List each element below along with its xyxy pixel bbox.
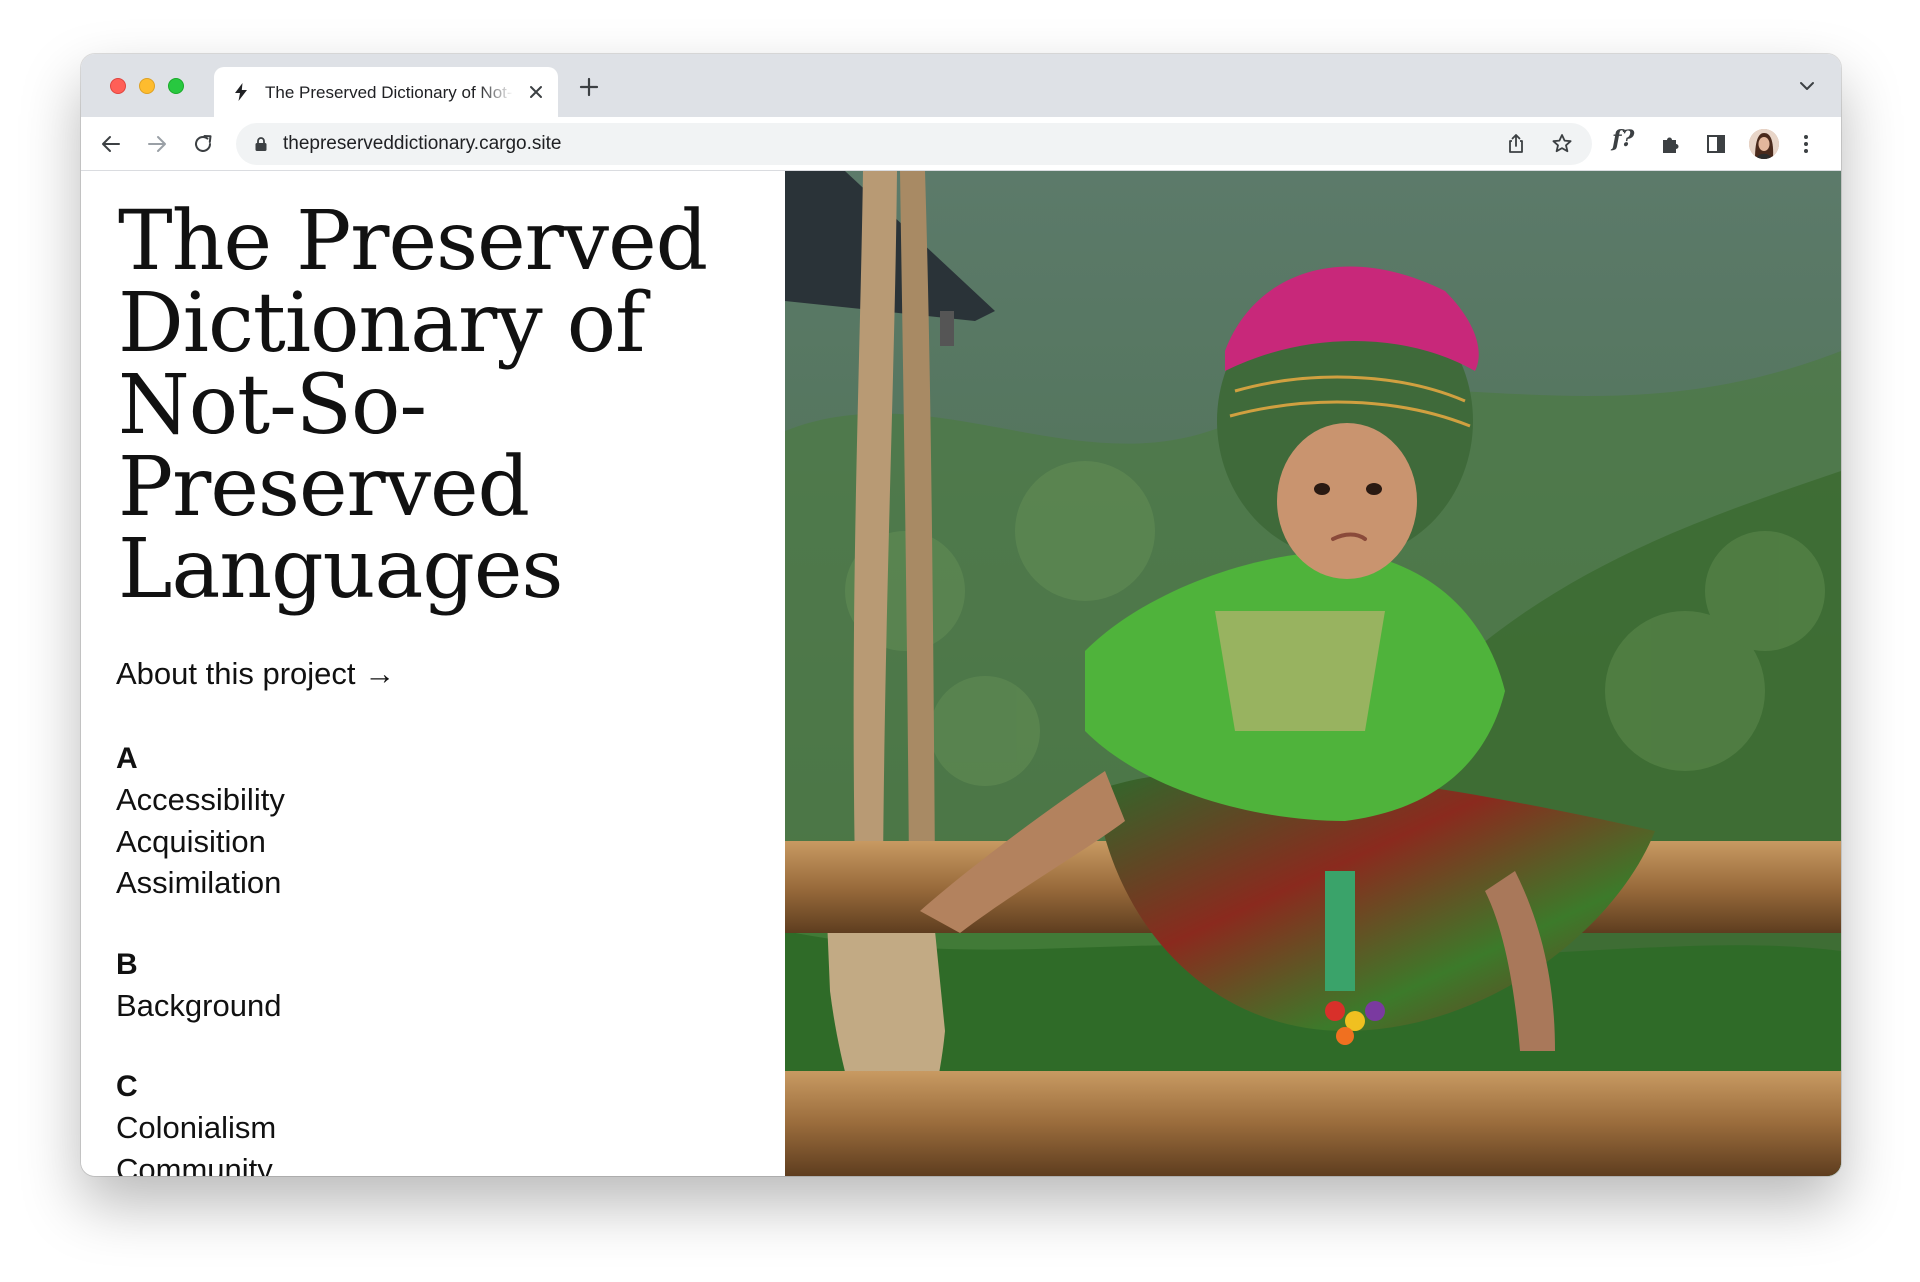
glossary-term-community[interactable]: Community (116, 1149, 285, 1177)
avatar-portrait-icon (1749, 129, 1779, 159)
puzzle-extensions-icon[interactable] (1659, 132, 1683, 156)
glossary-term-accessibility[interactable]: Accessibility (116, 779, 285, 821)
profile-avatar[interactable] (1749, 129, 1779, 159)
url-text: thepreserveddictionary.cargo.site (283, 133, 562, 154)
glossary-index: A Accessibility Acquisition Assimilation… (116, 739, 285, 1176)
zoom-window-button[interactable] (168, 78, 184, 94)
chevron-down-icon[interactable] (1798, 77, 1816, 95)
close-tab-icon[interactable] (526, 82, 546, 102)
glossary-term-assimilation[interactable]: Assimilation (116, 862, 285, 904)
glossary-term-background[interactable]: Background (116, 985, 285, 1027)
address-bar[interactable]: thepreserveddictionary.cargo.site (236, 123, 1592, 165)
more-menu-icon[interactable] (1794, 132, 1818, 156)
page-title: The Preserved Dictionary of Not-So-Prese… (118, 194, 708, 617)
tab-title: The Preserved Dictionary of Not-So-Prese… (265, 83, 513, 102)
hero-photo (785, 171, 1841, 1176)
reload-icon[interactable] (191, 132, 215, 156)
left-column: The Preserved Dictionary of Not-So-Prese… (81, 171, 785, 1176)
bolt-icon (235, 83, 247, 101)
share-icon[interactable] (1504, 132, 1528, 156)
glossary-section-c: C Colonialism Community (116, 1067, 285, 1176)
forward-arrow-icon[interactable] (145, 132, 169, 156)
back-arrow-icon[interactable] (99, 132, 123, 156)
minimize-window-button[interactable] (139, 78, 155, 94)
tab-active[interactable]: The Preserved Dictionary of Not-So-Prese… (214, 67, 558, 117)
glossary-term-acquisition[interactable]: Acquisition (116, 821, 285, 863)
hero-image (785, 171, 1841, 1176)
font-finder-extension-icon[interactable]: f? (1612, 126, 1634, 152)
about-project-link[interactable]: About this project → (116, 656, 395, 692)
glossary-term-colonialism[interactable]: Colonialism (116, 1107, 285, 1149)
new-tab-icon[interactable] (578, 76, 600, 98)
browser-toolbar: thepreserveddictionary.cargo.site f? (81, 117, 1841, 171)
lock-icon[interactable] (253, 136, 269, 152)
glossary-letter: B (116, 947, 138, 981)
bookmark-star-icon[interactable] (1550, 132, 1574, 156)
close-window-button[interactable] (110, 78, 126, 94)
glossary-section-b: B Background (116, 945, 285, 1027)
tab-strip: The Preserved Dictionary of Not-So-Prese… (81, 54, 1841, 117)
glossary-section-a: A Accessibility Acquisition Assimilation (116, 739, 285, 904)
glossary-letter: C (116, 1070, 138, 1103)
side-panel-icon[interactable] (1704, 132, 1728, 156)
glossary-letter: A (116, 742, 138, 775)
browser-window: The Preserved Dictionary of Not-So-Prese… (81, 54, 1841, 1176)
page-content: The Preserved Dictionary of Not-So-Prese… (81, 171, 1841, 1176)
